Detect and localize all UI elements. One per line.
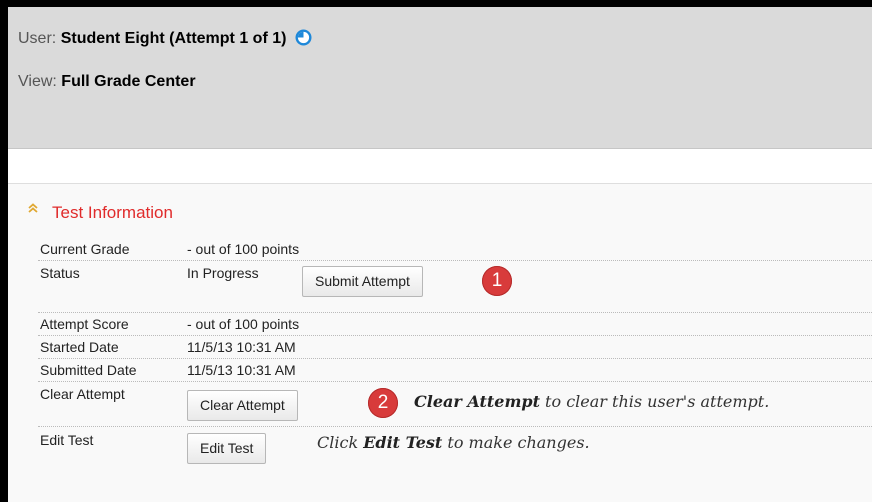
- edit-test-instruction-rest: to make changes.: [442, 433, 590, 452]
- spacer-band: [8, 149, 872, 184]
- started-date-value: 11/5/13 10:31 AM: [187, 339, 296, 355]
- row-started-date: Started Date 11/5/13 10:31 AM: [38, 336, 872, 359]
- clear-attempt-button[interactable]: Clear Attempt: [187, 390, 298, 421]
- edit-test-button[interactable]: Edit Test: [187, 433, 267, 464]
- row-attempt-score: Attempt Score - out of 100 points: [38, 313, 872, 336]
- clear-attempt-label: Clear Attempt: [40, 386, 125, 402]
- callout-badge-2: 2: [368, 388, 398, 418]
- status-value: In Progress: [187, 265, 259, 281]
- test-information-panel: Test Information Current Grade - out of …: [8, 184, 872, 502]
- edit-test-instruction-bold: Edit Test: [363, 433, 443, 452]
- row-status: Status In Progress Submit Attempt 1: [38, 261, 872, 313]
- user-value: Student Eight (Attempt 1 of 1): [60, 30, 287, 47]
- clear-attempt-instruction: Clear Attempt to clear this user's attem…: [414, 392, 769, 411]
- callout-badge-1: 1: [482, 266, 512, 296]
- edit-test-label: Edit Test: [40, 432, 94, 448]
- started-date-label: Started Date: [40, 339, 119, 355]
- clock-icon[interactable]: [295, 29, 312, 46]
- row-edit-test: Edit Test Edit Test Click Edit Test to m…: [38, 427, 872, 467]
- attempt-header: User: Student Eight (Attempt 1 of 1) Vie…: [8, 7, 872, 149]
- submitted-date-label: Submitted Date: [40, 362, 137, 378]
- attempt-score-label: Attempt Score: [40, 316, 129, 332]
- clear-attempt-instruction-bold: Clear Attempt: [414, 392, 540, 411]
- current-grade-label: Current Grade: [40, 241, 130, 257]
- grade-details-window: User: Student Eight (Attempt 1 of 1) Vie…: [8, 7, 872, 502]
- section-title[interactable]: Test Information: [52, 203, 173, 223]
- attempt-score-value: - out of 100 points: [187, 316, 300, 332]
- status-label: Status: [40, 265, 80, 281]
- submit-attempt-button[interactable]: Submit Attempt: [302, 266, 423, 297]
- row-current-grade: Current Grade - out of 100 points: [38, 238, 872, 261]
- view-value: Full Grade Center: [61, 73, 196, 90]
- edit-test-instruction-pre: Click: [317, 433, 364, 452]
- row-submitted-date: Submitted Date 11/5/13 10:31 AM: [38, 359, 872, 382]
- user-row: User: Student Eight (Attempt 1 of 1): [18, 29, 312, 48]
- test-info-rows: Current Grade - out of 100 points Status…: [38, 238, 872, 467]
- clear-attempt-instruction-rest: to clear this user's attempt.: [539, 392, 770, 411]
- view-label: View:: [18, 73, 57, 90]
- view-row: View: Full Grade Center: [18, 73, 196, 91]
- submitted-date-value: 11/5/13 10:31 AM: [187, 362, 296, 378]
- double-caret-up-icon[interactable]: [28, 200, 38, 213]
- user-label: User:: [18, 30, 57, 47]
- edit-test-instruction: Click Edit Test to make changes.: [317, 433, 590, 452]
- current-grade-value: - out of 100 points: [187, 241, 300, 257]
- row-clear-attempt: Clear Attempt Clear Attempt 2 Clear Atte…: [38, 382, 872, 427]
